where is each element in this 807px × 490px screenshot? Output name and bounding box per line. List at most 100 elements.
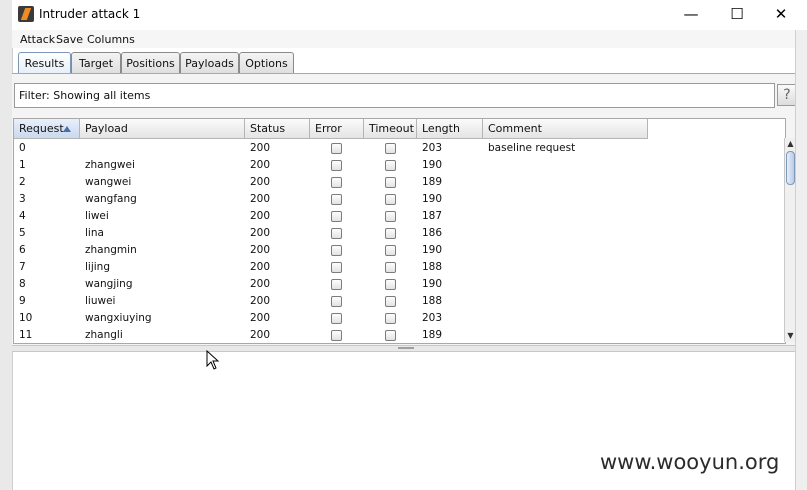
table-row[interactable]: 3 wangfang 200 190 [14,191,648,208]
tab-payloads[interactable]: Payloads [180,52,239,74]
help-button[interactable]: ? [777,84,797,106]
comment-cell [483,259,648,276]
request-cell: 8 [19,278,26,290]
menu-attack[interactable]: Attack [20,33,55,46]
filter-text: Filter: Showing all items [19,89,151,102]
menu-columns[interactable]: Columns [87,33,135,46]
request-cell: 2 [19,176,26,188]
column-header-timeout[interactable]: Timeout [364,119,417,139]
column-header-request[interactable]: Request [14,119,80,139]
request-cell: 10 [19,312,33,324]
comment-cell [483,208,648,225]
splitter-grip-icon [398,347,414,349]
column-header-length[interactable]: Length [417,119,483,139]
tab-positions[interactable]: Positions [121,52,180,74]
column-header-comment[interactable]: Comment [483,119,648,139]
length-cell: 189 [422,176,443,188]
comment-cell [483,191,648,208]
minimize-button[interactable]: — [669,0,713,28]
timeout-checkbox [385,313,396,324]
length-cell: 190 [422,244,443,256]
scrollbar-thumb[interactable] [786,151,795,185]
payload-cell: wangjing [85,278,133,290]
pane-splitter[interactable] [12,345,795,352]
status-cell: 200 [250,193,271,205]
tab-options[interactable]: Options [239,52,294,74]
title-bar: Intruder attack 1 — ☐ ✕ [12,0,807,30]
tab-divider [12,73,795,74]
error-checkbox [331,262,342,273]
payload-cell [80,140,245,157]
column-header-label: Request [19,122,64,135]
table-row[interactable]: 4 liwei 200 187 [14,208,648,225]
table-row[interactable]: 8 wangjing 200 190 [14,276,648,293]
timeout-checkbox [385,177,396,188]
request-cell: 9 [19,295,26,307]
results-table: Request Payload Status Error Timeout Len… [13,118,786,344]
timeout-checkbox [385,296,396,307]
length-cell: 190 [422,193,443,205]
length-cell: 203 [422,142,443,154]
comment-cell [483,174,648,191]
length-cell: 203 [422,312,443,324]
menu-bar: Attack Save Columns [12,30,795,48]
status-cell: 200 [250,142,271,154]
length-cell: 188 [422,295,443,307]
payload-cell: lijing [85,261,110,273]
comment-cell: baseline request [488,142,576,154]
length-cell: 190 [422,278,443,290]
table-row[interactable]: 10 wangxiuying 200 203 [14,310,648,327]
table-row[interactable]: 1 zhangwei 200 190 [14,157,648,174]
error-checkbox [331,194,342,205]
payload-cell: lina [85,227,104,239]
request-cell: 5 [19,227,26,239]
column-header-error[interactable]: Error [310,119,364,139]
burp-app-icon [18,6,34,22]
table-row[interactable]: 9 liuwei 200 188 [14,293,648,310]
mouse-cursor-icon [206,350,220,370]
status-cell: 200 [250,278,271,290]
error-checkbox [331,279,342,290]
table-row[interactable]: 6 zhangmin 200 190 [14,242,648,259]
menu-save[interactable]: Save [56,33,83,46]
comment-cell [483,276,648,293]
table-row[interactable]: 5 lina 200 186 [14,225,648,242]
request-cell: 7 [19,261,26,273]
table-row[interactable]: 0 200 203 baseline request [14,140,648,157]
close-button[interactable]: ✕ [759,0,803,28]
status-cell: 200 [250,329,271,341]
table-row[interactable]: 7 lijing 200 188 [14,259,648,276]
sort-ascending-icon [63,126,71,132]
timeout-checkbox [385,194,396,205]
table-row[interactable]: 11 zhangli 200 189 [14,327,648,343]
status-cell: 200 [250,227,271,239]
error-checkbox [331,313,342,324]
maximize-button[interactable]: ☐ [715,0,759,28]
filter-bar[interactable]: Filter: Showing all items [14,83,775,108]
column-header-payload[interactable]: Payload [80,119,245,139]
timeout-checkbox [385,262,396,273]
request-cell: 1 [19,159,26,171]
error-checkbox [331,296,342,307]
comment-cell [483,225,648,242]
timeout-checkbox [385,245,396,256]
status-cell: 200 [250,210,271,222]
window-title: Intruder attack 1 [39,7,141,21]
tab-target[interactable]: Target [71,52,121,74]
error-checkbox [331,228,342,239]
length-cell: 186 [422,227,443,239]
comment-cell [483,327,648,343]
status-cell: 200 [250,244,271,256]
status-cell: 200 [250,176,271,188]
timeout-checkbox [385,279,396,290]
payload-cell: wangxiuying [85,312,152,324]
error-checkbox [331,177,342,188]
column-header-status[interactable]: Status [245,119,310,139]
length-cell: 189 [422,329,443,341]
comment-cell [483,293,648,310]
table-row[interactable]: 2 wangwei 200 189 [14,174,648,191]
status-cell: 200 [250,261,271,273]
request-cell: 4 [19,210,26,222]
error-checkbox [331,211,342,222]
tab-results[interactable]: Results [18,52,71,74]
